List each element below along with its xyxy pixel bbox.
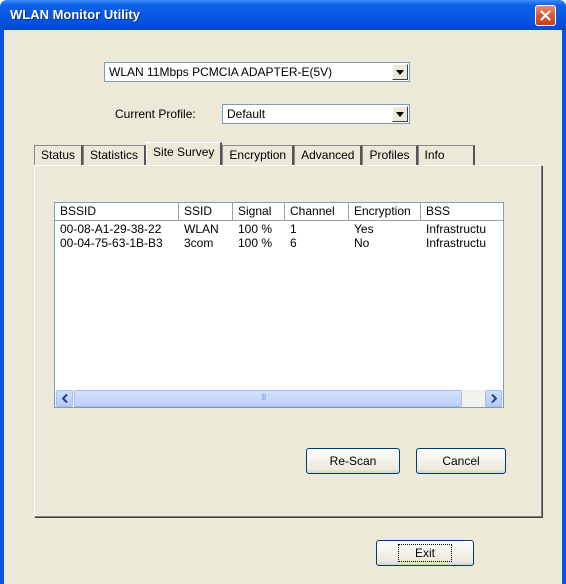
column-header-encryption[interactable]: Encryption	[349, 203, 421, 221]
table-row[interactable]: 00-04-75-63-1B-B3 3com 100 % 6 No Infras…	[55, 236, 503, 250]
cell-ssid: WLAN	[184, 222, 219, 236]
cell-encryption: Yes	[354, 222, 374, 236]
cell-ssid: 3com	[184, 236, 214, 250]
scroll-grip: III	[261, 392, 266, 402]
cell-channel: 6	[290, 236, 297, 250]
cell-signal: 100 %	[238, 236, 273, 250]
cancel-button[interactable]: Cancel	[416, 448, 506, 474]
tab-strip: Status Statistics Site Survey Encryption…	[34, 142, 475, 165]
arrow-left-icon	[61, 394, 68, 403]
scroll-thumb[interactable]: III	[74, 390, 462, 407]
table-row[interactable]: 00-08-A1-29-38-22 WLAN 100 % 1 Yes Infra…	[55, 222, 503, 236]
window-title: WLAN Monitor Utility	[10, 7, 140, 22]
tab-encryption[interactable]: Encryption	[222, 145, 295, 165]
tab-statistics[interactable]: Statistics	[83, 145, 147, 165]
profile-dropdown-button[interactable]	[392, 106, 408, 122]
chevron-down-icon	[396, 111, 404, 117]
column-header-bssid[interactable]: BSSID	[55, 203, 179, 221]
adapter-dropdown-button[interactable]	[392, 64, 408, 80]
column-header-ssid[interactable]: SSID	[179, 203, 233, 221]
cell-bssid: 00-04-75-63-1B-B3	[60, 236, 163, 250]
tab-info[interactable]: Info	[417, 145, 475, 165]
client-area: WLAN 11Mbps PCMCIA ADAPTER-E(5V) Current…	[4, 30, 562, 584]
column-header-bss[interactable]: BSS	[421, 203, 503, 221]
tab-advanced[interactable]: Advanced	[294, 145, 363, 165]
list-header: BSSID SSID Signal Channel Encryption BSS	[55, 203, 503, 221]
exit-button[interactable]: Exit	[376, 540, 474, 566]
column-header-channel[interactable]: Channel	[285, 203, 349, 221]
horizontal-scrollbar[interactable]: III	[55, 390, 503, 407]
tab-site-survey[interactable]: Site Survey	[146, 142, 223, 165]
close-icon	[540, 10, 551, 21]
tab-status[interactable]: Status	[34, 145, 84, 165]
exit-button-label: Exit	[397, 544, 452, 562]
cell-channel: 1	[290, 222, 297, 236]
profile-label: Current Profile:	[115, 107, 196, 121]
arrow-right-icon	[490, 394, 497, 403]
adapter-select[interactable]: WLAN 11Mbps PCMCIA ADAPTER-E(5V)	[104, 62, 410, 82]
profile-select-value: Default	[227, 107, 266, 121]
profile-select[interactable]: Default	[222, 104, 410, 124]
cell-bss: Infrastructu	[426, 222, 487, 236]
close-button[interactable]	[535, 5, 556, 26]
column-header-signal[interactable]: Signal	[233, 203, 285, 221]
rescan-button[interactable]: Re-Scan	[306, 448, 400, 474]
tab-profiles[interactable]: Profiles	[362, 145, 418, 165]
app-window: WLAN Monitor Utility WLAN 11Mbps PCMCIA …	[0, 0, 566, 584]
cell-signal: 100 %	[238, 222, 273, 236]
adapter-select-value: WLAN 11Mbps PCMCIA ADAPTER-E(5V)	[109, 65, 333, 79]
chevron-down-icon	[396, 69, 404, 75]
scroll-right-button[interactable]	[485, 390, 502, 407]
cell-bssid: 00-08-A1-29-38-22	[60, 222, 162, 236]
title-bar[interactable]: WLAN Monitor Utility	[0, 0, 566, 30]
scroll-left-button[interactable]	[56, 390, 73, 407]
cell-encryption: No	[354, 236, 370, 250]
site-survey-list[interactable]: BSSID SSID Signal Channel Encryption BSS…	[54, 202, 504, 408]
cell-bss: Infrastructu	[426, 236, 487, 250]
